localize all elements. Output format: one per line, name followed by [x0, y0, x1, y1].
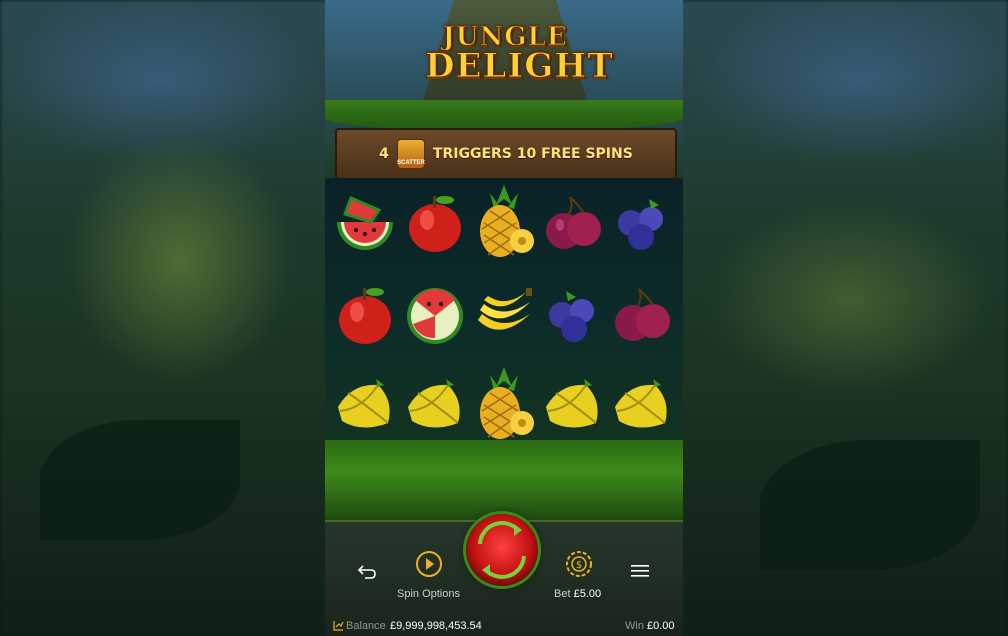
- plum-icon: [546, 196, 601, 249]
- starfruit-icon: [546, 379, 598, 428]
- balance-label: Balance: [346, 620, 386, 632]
- background-leaf: [40, 420, 240, 540]
- watermelon-icon: [337, 196, 393, 250]
- game-viewport[interactable]: JUNGLE DELIGHT 4 SCATTER TRIGGERS 10 FRE…: [325, 0, 683, 636]
- bet-display: Bet £5.00: [554, 588, 601, 600]
- grass-ground: [325, 440, 683, 520]
- reel-symbol-pineapple: [469, 178, 539, 266]
- pineapple-icon: [480, 367, 534, 439]
- bet-value: £5.00: [573, 588, 602, 600]
- scatter-icon: SCATTER: [396, 139, 425, 169]
- game-logo: JUNGLE DELIGHT: [425, 22, 614, 102]
- reel-symbol-plum: [538, 178, 608, 266]
- watermelon-icon: [407, 288, 463, 344]
- balance-icon: [333, 620, 344, 634]
- spin-icon: [416, 551, 442, 577]
- win-label: Win: [625, 620, 644, 632]
- background-leaf: [760, 440, 980, 570]
- reel-symbol-pineapple: [469, 360, 539, 448]
- logo-word-delight: DELIGHT: [425, 46, 614, 87]
- vine-decoration: [325, 100, 683, 130]
- balance-value: £9,999,998,453.54: [390, 620, 482, 632]
- spin-options-label: Spin Options: [397, 588, 460, 600]
- scatter-count: 4: [379, 146, 389, 162]
- reel-symbol-starfruit: [538, 360, 608, 448]
- reel-symbol-banana: [469, 270, 539, 358]
- svg-text:$: $: [576, 560, 582, 571]
- apple-icon: [409, 196, 461, 252]
- reel-symbol-starfruit: [330, 360, 400, 448]
- hamburger-menu-icon: [631, 565, 649, 577]
- spin-options-button[interactable]: [415, 550, 443, 583]
- reel-symbol-starfruit: [400, 360, 470, 448]
- reel-symbol-watermelon: [400, 270, 470, 358]
- reel-symbol-watermelon: [330, 178, 400, 266]
- reel-symbol-apple: [330, 270, 400, 358]
- coin-icon: $: [566, 551, 592, 577]
- pineapple-icon: [480, 185, 534, 257]
- reel-symbol-blueberry: [607, 178, 677, 266]
- back-arrow-icon: [357, 565, 376, 579]
- starfruit-icon: [408, 379, 460, 428]
- bet-button[interactable]: $: [565, 550, 593, 583]
- reel-symbol-plum: [607, 270, 677, 358]
- reel-grid[interactable]: [325, 178, 683, 450]
- banner-text: TRIGGERS 10 FREE SPINS: [432, 146, 633, 162]
- free-spins-banner: 4 SCATTER TRIGGERS 10 FREE SPINS: [335, 128, 677, 180]
- win-value: £0.00: [647, 620, 675, 632]
- scatter-icon-label: SCATTER: [396, 160, 425, 166]
- bet-label: Bet: [554, 588, 571, 600]
- plum-icon: [615, 288, 670, 341]
- reel-symbol-blueberry: [538, 270, 608, 358]
- reel-symbol-starfruit: [607, 360, 677, 448]
- starfruit-icon: [615, 379, 667, 428]
- apple-icon: [339, 288, 391, 344]
- banana-icon: [478, 288, 532, 330]
- blueberry-icon: [618, 199, 663, 250]
- menu-button[interactable]: [631, 564, 649, 583]
- back-button[interactable]: [357, 562, 377, 585]
- blueberry-icon: [549, 291, 594, 342]
- control-bar: Spin Options $ Bet £5.00 Balance £9,999,…: [325, 514, 683, 636]
- spin-arrows-icon: [478, 521, 526, 579]
- starfruit-icon: [338, 379, 390, 428]
- spin-button[interactable]: [466, 514, 538, 586]
- status-footer: Balance £9,999,998,453.54 Win £0.00: [325, 618, 683, 636]
- reel-symbol-apple: [400, 178, 470, 266]
